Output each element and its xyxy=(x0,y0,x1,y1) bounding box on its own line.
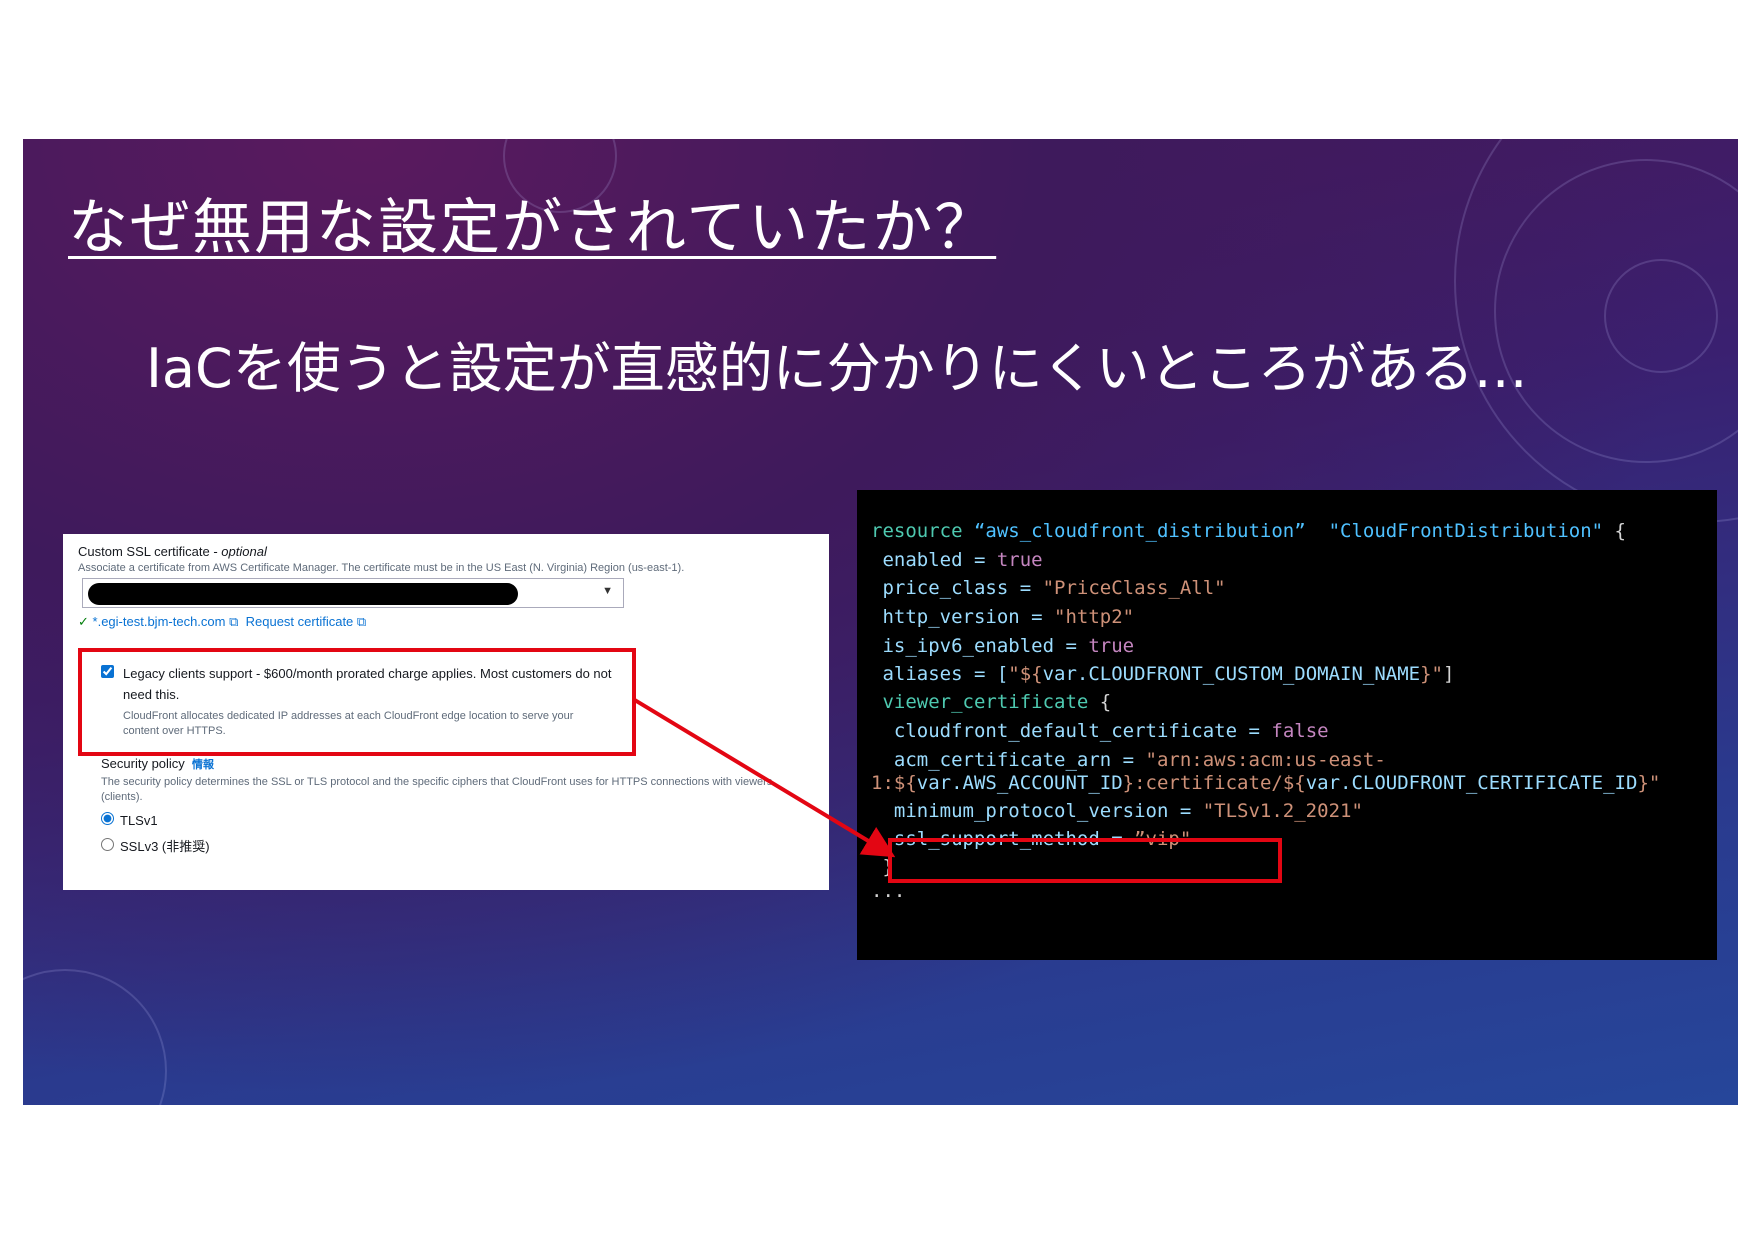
arrow-icon xyxy=(631,697,896,858)
slide: なぜ無用な設定がされていたか？ IaCを使うと設定が直感的に分かりにくいところが… xyxy=(23,139,1738,1105)
